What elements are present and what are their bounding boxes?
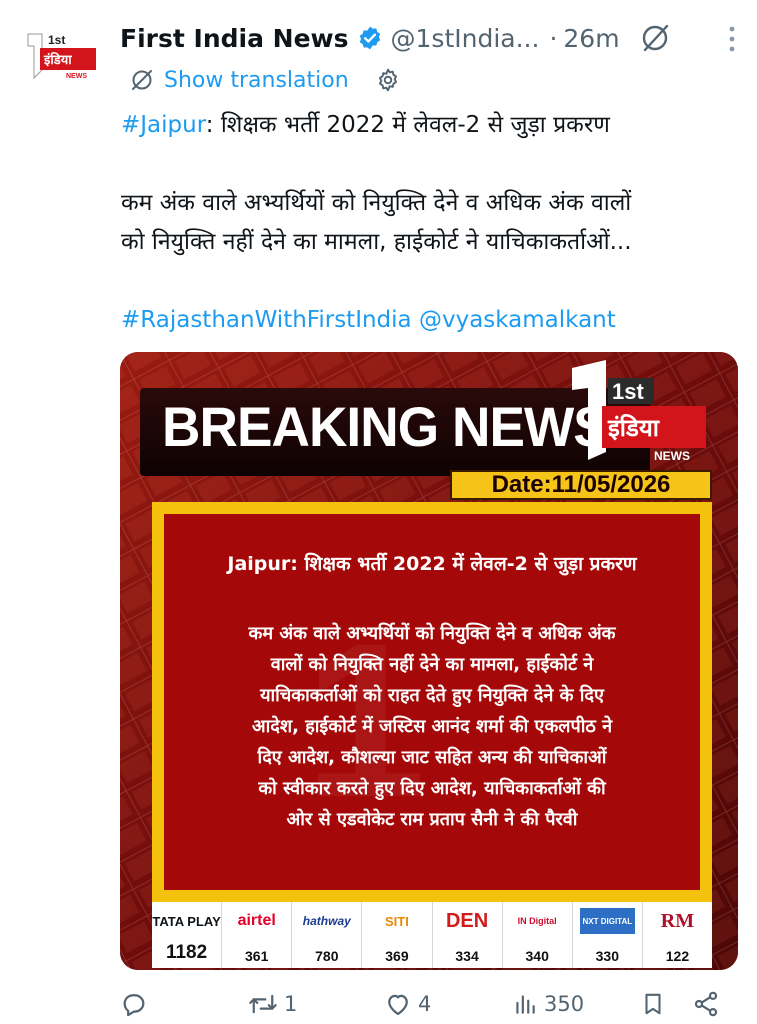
like-button[interactable]: 4 <box>384 986 431 1022</box>
svg-text:1st: 1st <box>612 379 644 404</box>
svg-text:NEWS: NEWS <box>66 73 87 80</box>
heart-icon <box>388 994 408 1016</box>
channel-number: 1182 <box>165 942 208 963</box>
tweet-text-rest: : शिक्षक भर्ती 2022 में लेवल-2 से जुड़ा … <box>205 112 610 138</box>
siti-logo: SITI <box>385 913 409 929</box>
channel-number: 780 <box>315 948 339 964</box>
svg-text:1st: 1st <box>48 33 65 47</box>
breaking-news-title: BREAKING NEWS <box>162 395 609 458</box>
svg-text:NEWS: NEWS <box>654 449 690 462</box>
repost-icon <box>249 994 277 1014</box>
author-handle[interactable]: @1stIndia... <box>391 24 540 53</box>
reply-icon <box>123 994 145 1017</box>
channel-airtel: airtel 361 <box>222 902 293 968</box>
channel-nxt-digital: NXT DIGITAL 330 <box>573 902 643 968</box>
news-body-line: को स्वीकार करते हुए दिए आदेश, याचिकाकर्त… <box>258 777 606 799</box>
hashtag-jaipur[interactable]: #Jaipur <box>121 112 206 138</box>
tweet-time[interactable]: 26m <box>563 24 619 53</box>
channel-number: 122 <box>665 948 690 964</box>
first-india-logo: 1st इंडिया NEWS <box>27 33 96 80</box>
in-digital-logo: IN Digital <box>517 916 557 926</box>
channel-number: 361 <box>245 948 269 964</box>
nxt-digital-logo: NXT DIGITAL <box>579 908 636 934</box>
news-body-line: कम अंक वाले अभ्यर्थियों को नियुक्ति देने… <box>248 623 616 644</box>
news-body-line: दिए आदेश, कौशल्या जाट सहित अन्य की याचिक… <box>257 746 607 768</box>
channel-number: 334 <box>455 948 479 964</box>
date-label: Date:11/05/2026 <box>450 470 712 500</box>
channel-number: 330 <box>595 948 619 964</box>
channel-den: DEN 334 <box>433 902 503 968</box>
tweet-actions: 1 4 350 <box>120 986 740 1022</box>
hashtag-rajasthan[interactable]: #RajasthanWithFirstIndia <box>121 307 412 333</box>
den-logo: DEN <box>445 909 489 932</box>
more-options-icon[interactable] <box>727 24 737 54</box>
channel-siti: SITI 369 <box>362 902 433 968</box>
news-body-line: वालों को नियुक्ति नहीं देने का मामला, हा… <box>270 653 594 675</box>
channel-tataplay: TATA PLAY 1182 <box>152 902 223 968</box>
like-count: 4 <box>418 991 432 1016</box>
tweet-media-image[interactable]: BREAKING NEWS 1st इंडिया NEWS Date:11/05… <box>120 352 738 970</box>
news-panel-inner: 1 Jaipur: शिक्षक भर्ती 2022 में लेवल-2 स… <box>164 514 700 890</box>
views-icon <box>516 995 535 1014</box>
news-panel: 1 Jaipur: शिक्षक भर्ती 2022 में लेवल-2 स… <box>152 502 712 902</box>
translate-icon <box>132 70 152 90</box>
news-body-line: याचिकाकर्ताओं को राहत देते हुए नियुक्ति … <box>260 684 604 706</box>
share-button[interactable] <box>692 986 726 1022</box>
mention-vyaskamalkant[interactable]: @vyaskamalkant <box>419 307 616 333</box>
bookmark-button[interactable] <box>640 986 672 1022</box>
verified-badge-icon[interactable] <box>357 25 383 51</box>
news-body-line: ओर से एडवोकेट राम प्रताप सैनी ने की पैरव… <box>286 808 578 830</box>
tataplay-logo: TATA PLAY <box>152 913 221 929</box>
news-body: कम अंक वाले अभ्यर्थियों को नियुक्ति देने… <box>178 619 686 836</box>
channel-number: 340 <box>525 948 549 964</box>
bookmark-icon <box>645 993 661 1015</box>
channel-hathway: hathway 780 <box>292 902 363 968</box>
share-icon <box>694 991 718 1017</box>
tweet-text-line-1: #Jaipur: शिक्षक भर्ती 2022 में लेवल-2 से… <box>121 112 741 140</box>
show-translation-link[interactable]: Show translation <box>164 68 349 93</box>
tweet-text-line-2: कम अंक वाले अभ्यर्थियों को नियुक्ति देने… <box>121 190 632 216</box>
channel-strip: TATA PLAY 1182 airtel 361 hathway 780 SI… <box>152 902 712 968</box>
views-count: 350 <box>544 991 585 1016</box>
gear-icon[interactable] <box>375 67 401 93</box>
channel-in-digital: IN Digital 340 <box>503 902 573 968</box>
tweet-header: First India News @1stIndia... · 26m <box>120 18 737 58</box>
views-button[interactable]: 350 <box>512 986 584 1022</box>
airtel-logo: airtel <box>237 912 276 929</box>
show-translation-row: Show translation <box>130 64 411 96</box>
repost-count: 1 <box>284 991 298 1016</box>
repost-button[interactable]: 1 <box>248 986 297 1022</box>
rm-logo: RM <box>660 909 695 932</box>
tweet-tags-line: #RajasthanWithFirstIndia @vyaskamalkant <box>121 307 741 335</box>
author-name[interactable]: First India News <box>120 24 349 53</box>
hathway-logo: hathway <box>302 914 351 928</box>
tweet-text-line-3: को नियुक्ति नहीं देने का मामला, हाईकोर्ट… <box>121 229 632 255</box>
news-body-line: आदेश, हाईकोर्ट में जस्टिस आनंद शर्मा की … <box>251 715 613 737</box>
svg-text:इंडिया: इंडिया <box>607 414 660 442</box>
channel-logo: 1st इंडिया NEWS <box>572 360 706 462</box>
grok-icon[interactable] <box>640 23 670 53</box>
reply-button[interactable] <box>120 986 154 1022</box>
avatar[interactable]: 1st इंडिया NEWS <box>26 30 98 84</box>
channel-number: 369 <box>385 948 409 964</box>
svg-text:इंडिया: इंडिया <box>43 52 72 68</box>
news-headline: Jaipur: शिक्षक भर्ती 2022 में लेवल-2 से … <box>227 553 637 575</box>
time-separator: · <box>549 23 558 53</box>
channel-rm: RM 122 <box>643 902 712 968</box>
